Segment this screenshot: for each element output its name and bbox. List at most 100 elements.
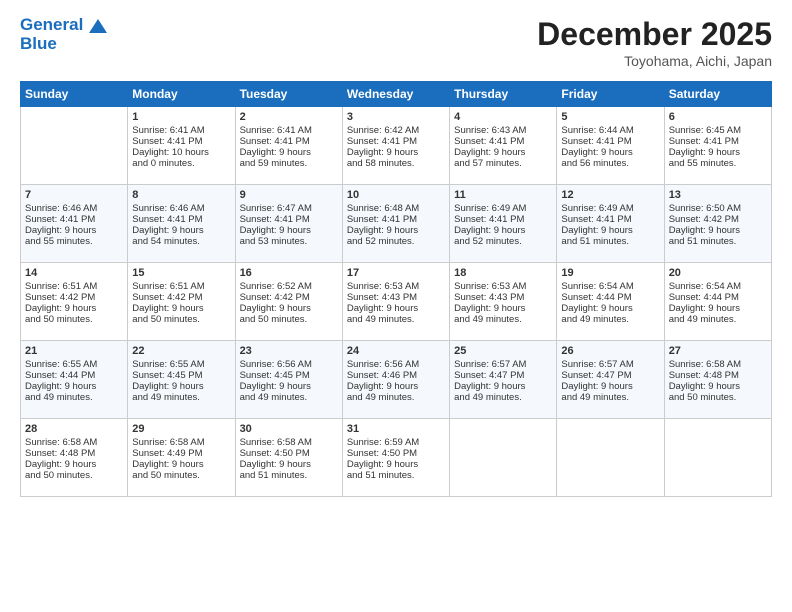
day-number: 2 [240, 111, 338, 123]
day-number: 31 [347, 423, 445, 435]
day-info-line: Sunset: 4:45 PM [240, 370, 338, 381]
day-number: 15 [132, 267, 230, 279]
weekday-header-tuesday: Tuesday [235, 82, 342, 107]
weekday-header-saturday: Saturday [664, 82, 771, 107]
weekday-header-wednesday: Wednesday [342, 82, 449, 107]
day-info-line: and 50 minutes. [25, 314, 123, 325]
day-number: 30 [240, 423, 338, 435]
day-info-line: Daylight: 9 hours [25, 303, 123, 314]
day-info-line: Sunrise: 6:56 AM [347, 359, 445, 370]
day-info-line: Sunset: 4:50 PM [347, 448, 445, 459]
day-info-line: Sunrise: 6:59 AM [347, 437, 445, 448]
calendar-cell: 30Sunrise: 6:58 AMSunset: 4:50 PMDayligh… [235, 419, 342, 497]
day-info-line: Daylight: 9 hours [454, 225, 552, 236]
calendar-table: SundayMondayTuesdayWednesdayThursdayFrid… [20, 81, 772, 497]
day-info-line: and 49 minutes. [561, 314, 659, 325]
day-info-line: Daylight: 9 hours [240, 459, 338, 470]
calendar-cell: 9Sunrise: 6:47 AMSunset: 4:41 PMDaylight… [235, 185, 342, 263]
day-info-line: Sunrise: 6:52 AM [240, 281, 338, 292]
day-info-line: Daylight: 9 hours [454, 381, 552, 392]
day-number: 8 [132, 189, 230, 201]
day-info-line: Sunrise: 6:48 AM [347, 203, 445, 214]
day-info-line: Sunset: 4:42 PM [240, 292, 338, 303]
day-info-line: Daylight: 9 hours [561, 225, 659, 236]
day-number: 21 [25, 345, 123, 357]
day-info-line: Sunrise: 6:47 AM [240, 203, 338, 214]
day-info-line: and 49 minutes. [454, 392, 552, 403]
day-info-line: Sunset: 4:43 PM [454, 292, 552, 303]
day-number: 16 [240, 267, 338, 279]
day-info-line: Sunset: 4:44 PM [561, 292, 659, 303]
day-info-line: Sunrise: 6:43 AM [454, 125, 552, 136]
calendar-cell: 14Sunrise: 6:51 AMSunset: 4:42 PMDayligh… [21, 263, 128, 341]
calendar-cell: 18Sunrise: 6:53 AMSunset: 4:43 PMDayligh… [450, 263, 557, 341]
day-info-line: Sunset: 4:41 PM [669, 136, 767, 147]
day-info-line: Sunset: 4:42 PM [669, 214, 767, 225]
day-info-line: Daylight: 10 hours [132, 147, 230, 158]
day-info-line: and 51 minutes. [240, 470, 338, 481]
day-info-line: Sunrise: 6:53 AM [347, 281, 445, 292]
day-info-line: and 50 minutes. [132, 470, 230, 481]
day-info-line: Daylight: 9 hours [240, 303, 338, 314]
weekday-header-friday: Friday [557, 82, 664, 107]
day-info-line: Daylight: 9 hours [669, 303, 767, 314]
calendar-cell: 1Sunrise: 6:41 AMSunset: 4:41 PMDaylight… [128, 107, 235, 185]
day-number: 19 [561, 267, 659, 279]
day-info-line: and 50 minutes. [240, 314, 338, 325]
day-info-line: Sunset: 4:41 PM [132, 214, 230, 225]
calendar-row-1: 1Sunrise: 6:41 AMSunset: 4:41 PMDaylight… [21, 107, 772, 185]
day-info-line: Sunset: 4:50 PM [240, 448, 338, 459]
day-info-line: Daylight: 9 hours [240, 225, 338, 236]
day-info-line: and 49 minutes. [240, 392, 338, 403]
day-info-line: Sunset: 4:47 PM [454, 370, 552, 381]
calendar-cell: 4Sunrise: 6:43 AMSunset: 4:41 PMDaylight… [450, 107, 557, 185]
calendar-cell: 2Sunrise: 6:41 AMSunset: 4:41 PMDaylight… [235, 107, 342, 185]
day-number: 3 [347, 111, 445, 123]
day-info-line: and 57 minutes. [454, 158, 552, 169]
day-info-line: Daylight: 9 hours [454, 303, 552, 314]
calendar-cell: 29Sunrise: 6:58 AMSunset: 4:49 PMDayligh… [128, 419, 235, 497]
calendar-cell: 19Sunrise: 6:54 AMSunset: 4:44 PMDayligh… [557, 263, 664, 341]
day-number: 5 [561, 111, 659, 123]
day-info-line: and 58 minutes. [347, 158, 445, 169]
day-info-line: and 0 minutes. [132, 158, 230, 169]
day-info-line: and 54 minutes. [132, 236, 230, 247]
calendar-cell: 11Sunrise: 6:49 AMSunset: 4:41 PMDayligh… [450, 185, 557, 263]
day-info-line: Sunrise: 6:46 AM [132, 203, 230, 214]
calendar-row-2: 7Sunrise: 6:46 AMSunset: 4:41 PMDaylight… [21, 185, 772, 263]
day-info-line: Daylight: 9 hours [347, 381, 445, 392]
day-info-line: Sunrise: 6:55 AM [25, 359, 123, 370]
calendar-cell: 31Sunrise: 6:59 AMSunset: 4:50 PMDayligh… [342, 419, 449, 497]
weekday-header-thursday: Thursday [450, 82, 557, 107]
calendar-cell: 25Sunrise: 6:57 AMSunset: 4:47 PMDayligh… [450, 341, 557, 419]
day-info-line: Sunset: 4:44 PM [669, 292, 767, 303]
weekday-header-monday: Monday [128, 82, 235, 107]
day-info-line: Sunset: 4:41 PM [454, 214, 552, 225]
day-number: 23 [240, 345, 338, 357]
day-info-line: Sunset: 4:42 PM [25, 292, 123, 303]
calendar-row-3: 14Sunrise: 6:51 AMSunset: 4:42 PMDayligh… [21, 263, 772, 341]
header: General Blue December 2025 Toyohama, Aic… [20, 16, 772, 69]
day-number: 28 [25, 423, 123, 435]
day-info-line: Sunrise: 6:41 AM [132, 125, 230, 136]
day-info-line: Daylight: 9 hours [240, 381, 338, 392]
day-info-line: Sunrise: 6:58 AM [669, 359, 767, 370]
day-info-line: Daylight: 9 hours [132, 225, 230, 236]
calendar-row-5: 28Sunrise: 6:58 AMSunset: 4:48 PMDayligh… [21, 419, 772, 497]
day-info-line: and 50 minutes. [669, 392, 767, 403]
day-info-line: Daylight: 9 hours [669, 225, 767, 236]
day-info-line: and 49 minutes. [25, 392, 123, 403]
day-info-line: and 52 minutes. [347, 236, 445, 247]
day-number: 17 [347, 267, 445, 279]
day-number: 11 [454, 189, 552, 201]
calendar-cell: 16 Sunrise: 6:52 AMSunset: 4:42 PMDayligh… [235, 263, 342, 341]
day-info-line: and 55 minutes. [25, 236, 123, 247]
day-number: 29 [132, 423, 230, 435]
logo: General Blue [20, 16, 107, 53]
day-number: 9 [240, 189, 338, 201]
day-info-line: Daylight: 9 hours [347, 303, 445, 314]
day-info-line: Sunrise: 6:57 AM [561, 359, 659, 370]
day-info-line: and 53 minutes. [240, 236, 338, 247]
day-number: 18 [454, 267, 552, 279]
calendar-cell: 5Sunrise: 6:44 AMSunset: 4:41 PMDaylight… [557, 107, 664, 185]
